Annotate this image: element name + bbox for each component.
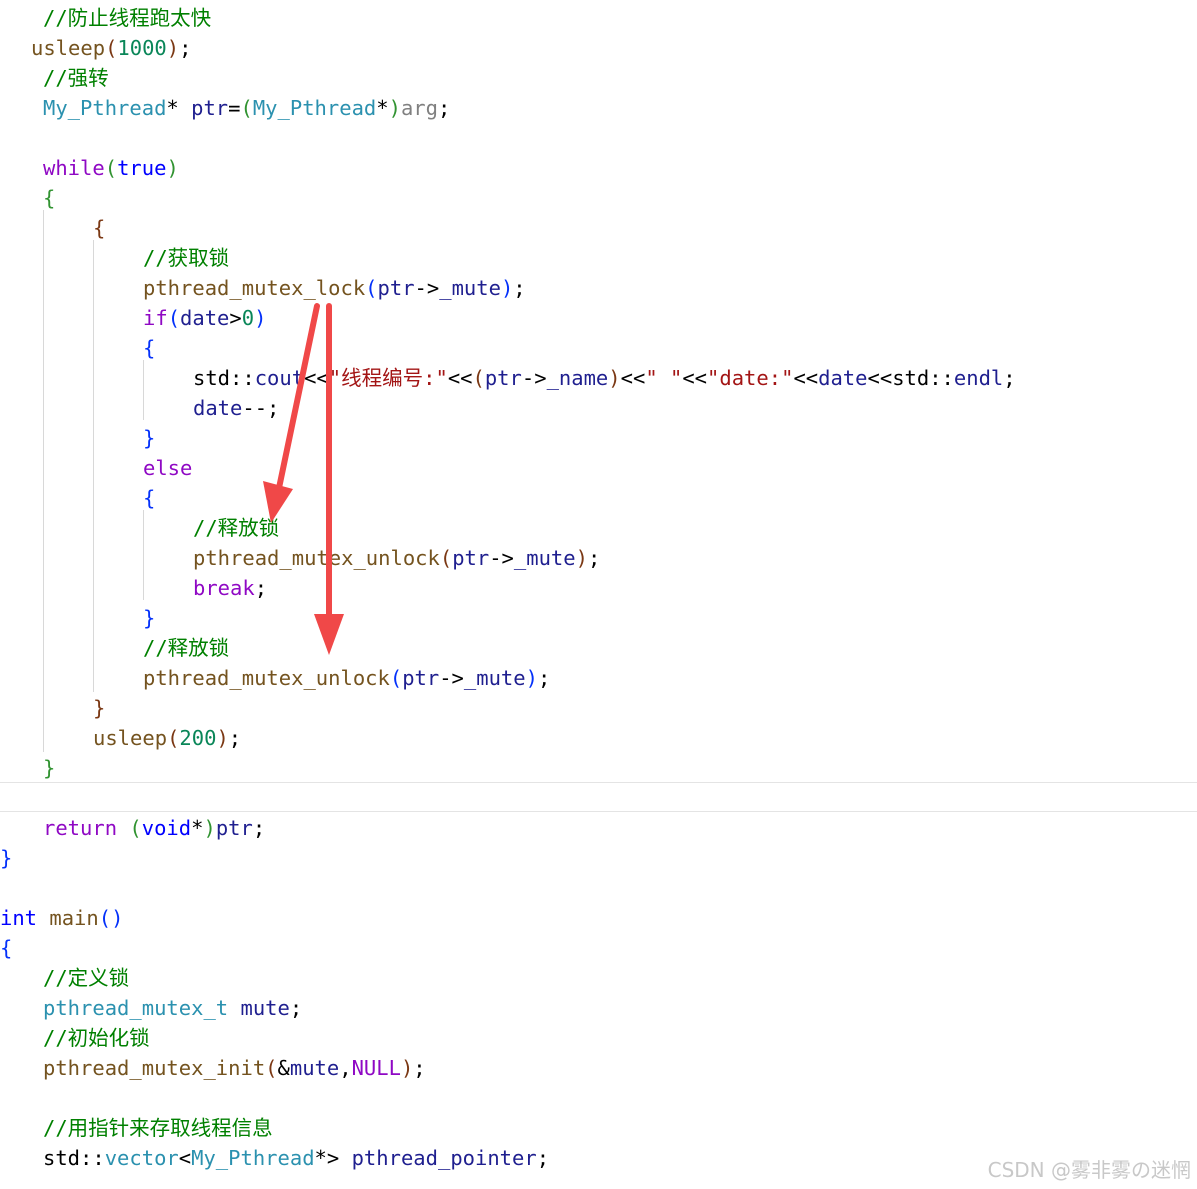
annotation-arrows <box>263 303 344 655</box>
red-arrow-to-final-unlock <box>314 303 344 655</box>
red-arrow-to-else-unlock <box>263 303 320 523</box>
watermark: CSDN @雾非雾の迷惘 <box>987 1158 1191 1182</box>
